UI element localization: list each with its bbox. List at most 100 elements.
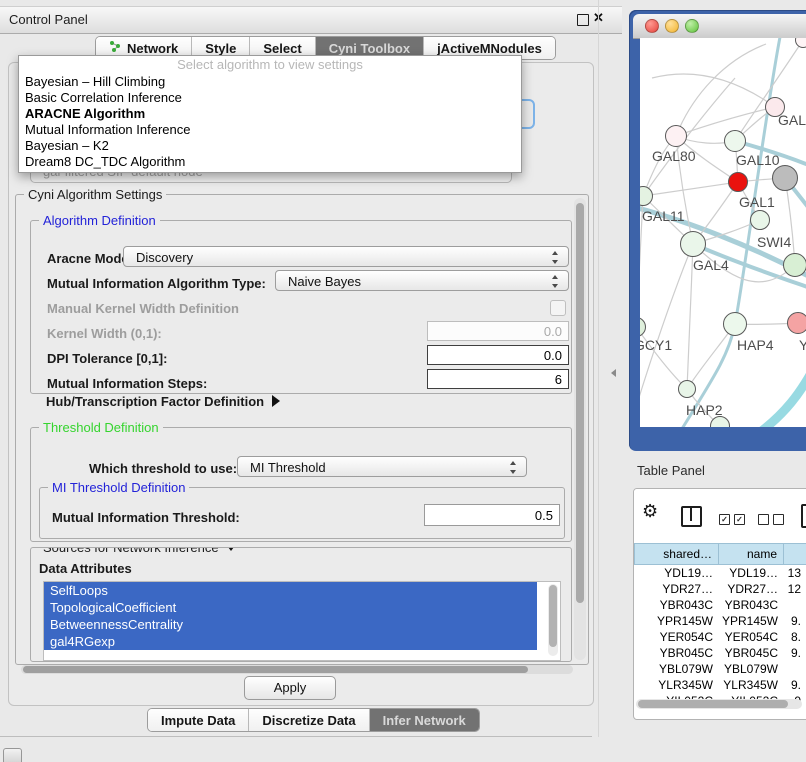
data-attributes-list: SelfLoopsTopologicalCoefficientBetweenne… bbox=[43, 581, 561, 661]
network-node[interactable] bbox=[728, 172, 748, 192]
network-canvas[interactable]: GALGAL80GAL10GAL1GAL11SWI4GAL4GCY1HAP4YH… bbox=[640, 38, 806, 427]
attribute-item-gal4rgexp[interactable]: gal4RGexp bbox=[44, 633, 537, 650]
close-traffic-light[interactable] bbox=[645, 19, 659, 33]
mi-threshold-label: Mutual Information Threshold: bbox=[52, 510, 240, 525]
column-layout-icon[interactable] bbox=[681, 506, 702, 527]
data-attributes-label: Data Attributes bbox=[39, 561, 132, 576]
node-label-gal: GAL bbox=[778, 112, 806, 128]
dpi-tolerance-field[interactable] bbox=[427, 345, 569, 365]
tab-label: Select bbox=[263, 41, 301, 56]
sources-toggle[interactable]: Sources for Network Inference bbox=[39, 547, 241, 555]
tab-label: Discretize Data bbox=[262, 713, 355, 728]
tab-infer-network[interactable]: Infer Network bbox=[369, 709, 479, 731]
attribute-item-topologicalcoefficient[interactable]: TopologicalCoefficient bbox=[44, 599, 537, 616]
network-node[interactable] bbox=[680, 231, 706, 257]
network-node[interactable] bbox=[772, 165, 798, 191]
table-cell: YLR345W bbox=[719, 677, 784, 693]
network-node[interactable] bbox=[724, 130, 746, 152]
mi-threshold-definition-title: MI Threshold Definition bbox=[48, 480, 189, 495]
algorithm-option-bayesian-hill-climbing[interactable]: Bayesian – Hill Climbing bbox=[19, 74, 521, 90]
column-header-shared[interactable]: shared… bbox=[634, 543, 719, 565]
table-cell: YDR27… bbox=[634, 581, 719, 597]
select-all-icon[interactable]: ✓✓ bbox=[719, 514, 745, 525]
network-node[interactable] bbox=[750, 210, 770, 230]
node-label-swi4: SWI4 bbox=[757, 234, 791, 250]
network-node[interactable] bbox=[787, 312, 806, 334]
table-cell: YBL079W bbox=[719, 661, 784, 677]
table-row[interactable]: YER054CYER054C8. bbox=[634, 629, 806, 645]
algorithm-dropdown-list: Select algorithm to view settings Bayesi… bbox=[18, 55, 522, 173]
threshold-definition-group: Threshold Definition Which threshold to … bbox=[30, 427, 572, 542]
tab-impute-data[interactable]: Impute Data bbox=[148, 709, 248, 731]
table-cell: YPR145W bbox=[719, 613, 784, 629]
apply-button[interactable]: Apply bbox=[244, 676, 336, 700]
float-window-icon[interactable] bbox=[577, 14, 589, 26]
which-threshold-select[interactable]: MI Threshold bbox=[237, 456, 527, 477]
column-header-cut[interactable] bbox=[784, 543, 806, 565]
network-window-titlebar bbox=[633, 14, 806, 39]
attributes-scrollbar[interactable] bbox=[548, 584, 558, 656]
table-row[interactable]: YDR27…YDR27…12 bbox=[634, 581, 806, 597]
manual-kernel-checkbox[interactable] bbox=[550, 300, 566, 316]
settings-hscrollbar[interactable] bbox=[21, 665, 573, 674]
table-cell: 8. bbox=[784, 629, 806, 645]
network-window: GALGAL80GAL10GAL1GAL11SWI4GAL4GCY1HAP4YH… bbox=[629, 10, 806, 451]
attribute-item-selfloops[interactable]: SelfLoops bbox=[44, 582, 537, 599]
node-label-gal11: GAL11 bbox=[642, 208, 685, 224]
table-row[interactable]: YBR045CYBR045C9. bbox=[634, 645, 806, 661]
panel-splitter[interactable] bbox=[598, 0, 599, 737]
splitter-arrow-icon[interactable] bbox=[611, 369, 616, 377]
gear-icon[interactable]: ⚙ bbox=[642, 501, 658, 522]
table-row[interactable]: YLR345WYLR345W9. bbox=[634, 677, 806, 693]
aracne-mode-value: Discovery bbox=[136, 250, 193, 265]
table-panel-title: Table Panel bbox=[637, 463, 705, 478]
algorithm-option-dream8-dc-tdc-algorithm[interactable]: Dream8 DC_TDC Algorithm bbox=[19, 154, 521, 170]
kernel-width-field[interactable] bbox=[427, 321, 569, 341]
minimize-traffic-light[interactable] bbox=[665, 19, 679, 33]
table-row[interactable]: YPR145WYPR145W9. bbox=[634, 613, 806, 629]
zoom-traffic-light[interactable] bbox=[685, 19, 699, 33]
network-node[interactable] bbox=[665, 125, 687, 147]
tab-label: Style bbox=[205, 41, 236, 56]
table-cell: 9. bbox=[784, 645, 806, 661]
algorithm-option-aracne-algorithm[interactable]: ARACNE Algorithm bbox=[19, 106, 521, 122]
aracne-mode-select[interactable]: Discovery bbox=[123, 246, 569, 267]
mi-steps-field[interactable] bbox=[427, 369, 569, 389]
column-header-name[interactable]: name bbox=[719, 543, 784, 565]
manual-kernel-label: Manual Kernel Width Definition bbox=[47, 301, 239, 316]
network-node[interactable] bbox=[783, 253, 806, 277]
panel-icon[interactable] bbox=[801, 504, 806, 528]
algorithm-option-mutual-information-inference[interactable]: Mutual Information Inference bbox=[19, 122, 521, 138]
table-row[interactable]: YBL079WYBL079W bbox=[634, 661, 806, 677]
algorithm-definition-group: Algorithm Definition Aracne Mode: Discov… bbox=[30, 220, 572, 394]
attribute-item-betweennesscentrality[interactable]: BetweennessCentrality bbox=[44, 616, 537, 633]
table-cell: YLR345W bbox=[634, 677, 719, 693]
mi-type-label: Mutual Information Algorithm Type: bbox=[47, 276, 266, 291]
settings-scrollbar[interactable] bbox=[574, 198, 586, 660]
mi-threshold-field[interactable] bbox=[424, 504, 560, 526]
corner-button[interactable] bbox=[3, 748, 22, 762]
table-cell bbox=[784, 597, 806, 613]
tab-discretize-data[interactable]: Discretize Data bbox=[248, 709, 368, 731]
kernel-width-label: Kernel Width (0,1): bbox=[47, 326, 162, 341]
dpi-tolerance-label: DPI Tolerance [0,1]: bbox=[47, 351, 167, 366]
expanded-arrow-icon bbox=[225, 547, 237, 551]
settings-group-title: Cyni Algorithm Settings bbox=[24, 187, 166, 202]
table-hscrollbar[interactable] bbox=[636, 699, 802, 709]
control-panel-title: Control Panel bbox=[9, 12, 88, 27]
deselect-all-icon[interactable] bbox=[758, 514, 784, 525]
table-row[interactable]: YBR043CYBR043C bbox=[634, 597, 806, 613]
algorithm-option-bayesian-k2[interactable]: Bayesian – K2 bbox=[19, 138, 521, 154]
node-label-gal10: GAL10 bbox=[736, 152, 780, 168]
table-cell: YBR045C bbox=[719, 645, 784, 661]
hub-definition-toggle[interactable]: Hub/Transcription Factor Definition bbox=[46, 394, 280, 409]
cyni-algorithm-settings-group: Cyni Algorithm Settings Algorithm Defini… bbox=[15, 194, 589, 665]
table-row[interactable]: YDL19…YDL19…13 bbox=[634, 565, 806, 581]
network-node[interactable] bbox=[678, 380, 696, 398]
node-table: shared…name YDL19…YDL19…13YDR27…YDR27…12… bbox=[634, 543, 806, 709]
algorithm-option-basic-correlation-inference[interactable]: Basic Correlation Inference bbox=[19, 90, 521, 106]
mi-steps-label: Mutual Information Steps: bbox=[47, 376, 207, 391]
which-threshold-label: Which threshold to use: bbox=[89, 461, 237, 476]
mi-type-select[interactable]: Naive Bayes bbox=[275, 270, 569, 291]
network-node[interactable] bbox=[723, 312, 747, 336]
